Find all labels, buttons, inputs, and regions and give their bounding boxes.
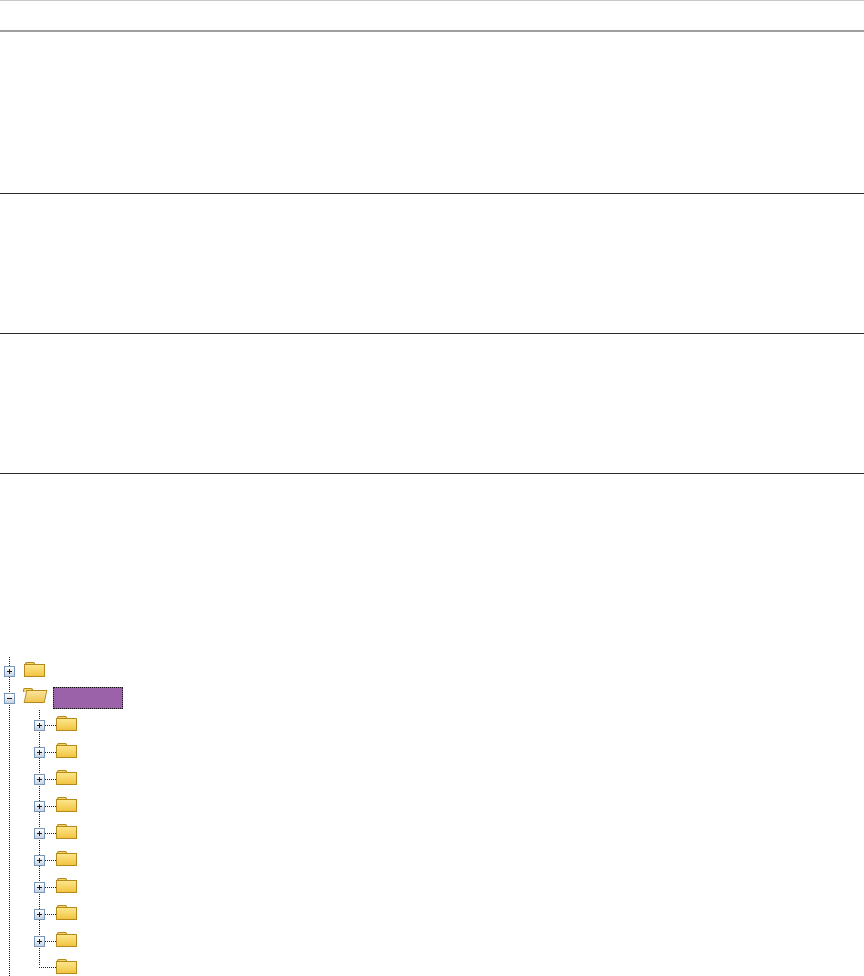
expand-plus-icon[interactable] [34,909,45,920]
tree-node-selected-label[interactable] [53,687,123,709]
tree-branch [39,967,56,968]
tree-branch [44,725,56,726]
panel-row-2 [0,194,864,334]
expand-plus-icon[interactable] [34,882,45,893]
expand-plus-icon[interactable] [34,801,45,812]
expand-plus-icon[interactable] [34,747,45,758]
folder-closed-icon[interactable] [56,958,78,974]
tree-branch [44,860,56,861]
folder-closed-icon[interactable] [56,931,78,947]
tree-branch [44,779,56,780]
expand-plus-icon[interactable] [4,666,15,677]
folder-closed-icon[interactable] [56,796,78,812]
tree-branch [44,806,56,807]
panel-row-3 [0,334,864,474]
expand-plus-icon[interactable] [34,774,45,785]
tree-branch [44,752,56,753]
tree-branch [44,833,56,834]
page [0,0,864,976]
folder-closed-icon[interactable] [56,877,78,893]
expand-plus-icon[interactable] [34,720,45,731]
header-strip [0,0,864,32]
folder-closed-icon[interactable] [56,850,78,866]
folder-closed-icon[interactable] [24,661,46,677]
expand-plus-icon[interactable] [34,936,45,947]
folder-closed-icon[interactable] [56,823,78,839]
expand-plus-icon[interactable] [34,855,45,866]
tree-connector-root [9,657,10,976]
folder-closed-icon[interactable] [56,904,78,920]
tree-branch [44,941,56,942]
tree-branch [44,887,56,888]
tree-branch [44,914,56,915]
folder-closed-icon[interactable] [56,742,78,758]
expand-plus-icon[interactable] [34,828,45,839]
folder-closed-icon[interactable] [56,769,78,785]
folder-tree [0,657,864,976]
collapse-minus-icon[interactable] [4,693,15,704]
panel-row-1 [0,33,864,194]
folder-open-icon[interactable] [22,687,48,703]
folder-closed-icon[interactable] [56,715,78,731]
